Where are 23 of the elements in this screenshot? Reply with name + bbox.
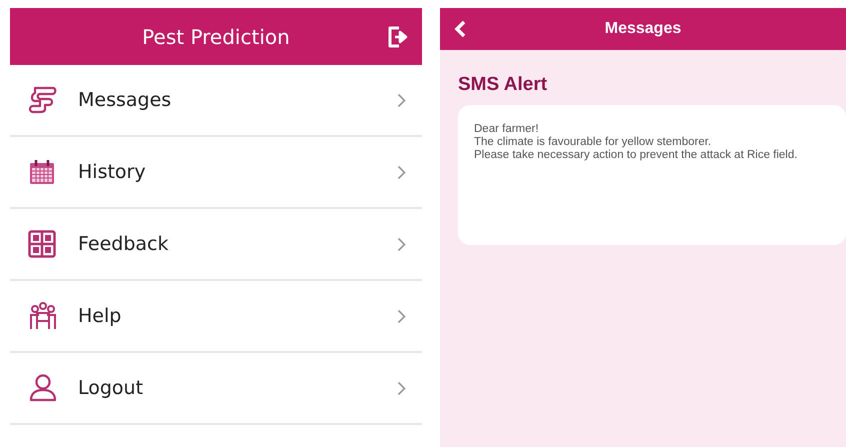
chevron-icon	[397, 308, 406, 324]
grid-icon	[28, 230, 56, 258]
menu-item[interactable]: Logout	[10, 353, 422, 425]
message-line: Dear farmer!	[474, 123, 540, 136]
chevron-icon	[397, 236, 406, 252]
scroll-icon	[28, 86, 58, 114]
calendar-icon	[28, 158, 56, 186]
screen-title: Messages	[604, 20, 682, 38]
user-icon	[28, 374, 58, 402]
logout-icon[interactable]	[387, 25, 409, 49]
back-icon[interactable]	[454, 20, 466, 38]
menu-item[interactable]: Help	[10, 281, 422, 353]
app-title: Pest Prediction	[142, 24, 290, 48]
chevron-icon	[397, 380, 406, 396]
menu-item[interactable]: Messages	[10, 65, 422, 137]
people-icon	[28, 301, 58, 331]
menu-item[interactable]: History	[10, 137, 422, 209]
chevron-icon	[397, 92, 406, 108]
message-line: Please take necessary action to prevent the attack at Rice field.	[474, 149, 798, 162]
message-line: The climate is favourable for yellow stemborer.	[474, 136, 712, 149]
menu-item[interactable]: Feedback	[10, 209, 422, 281]
alert-heading: SMS Alert	[458, 74, 548, 96]
chevron-icon	[397, 164, 406, 180]
